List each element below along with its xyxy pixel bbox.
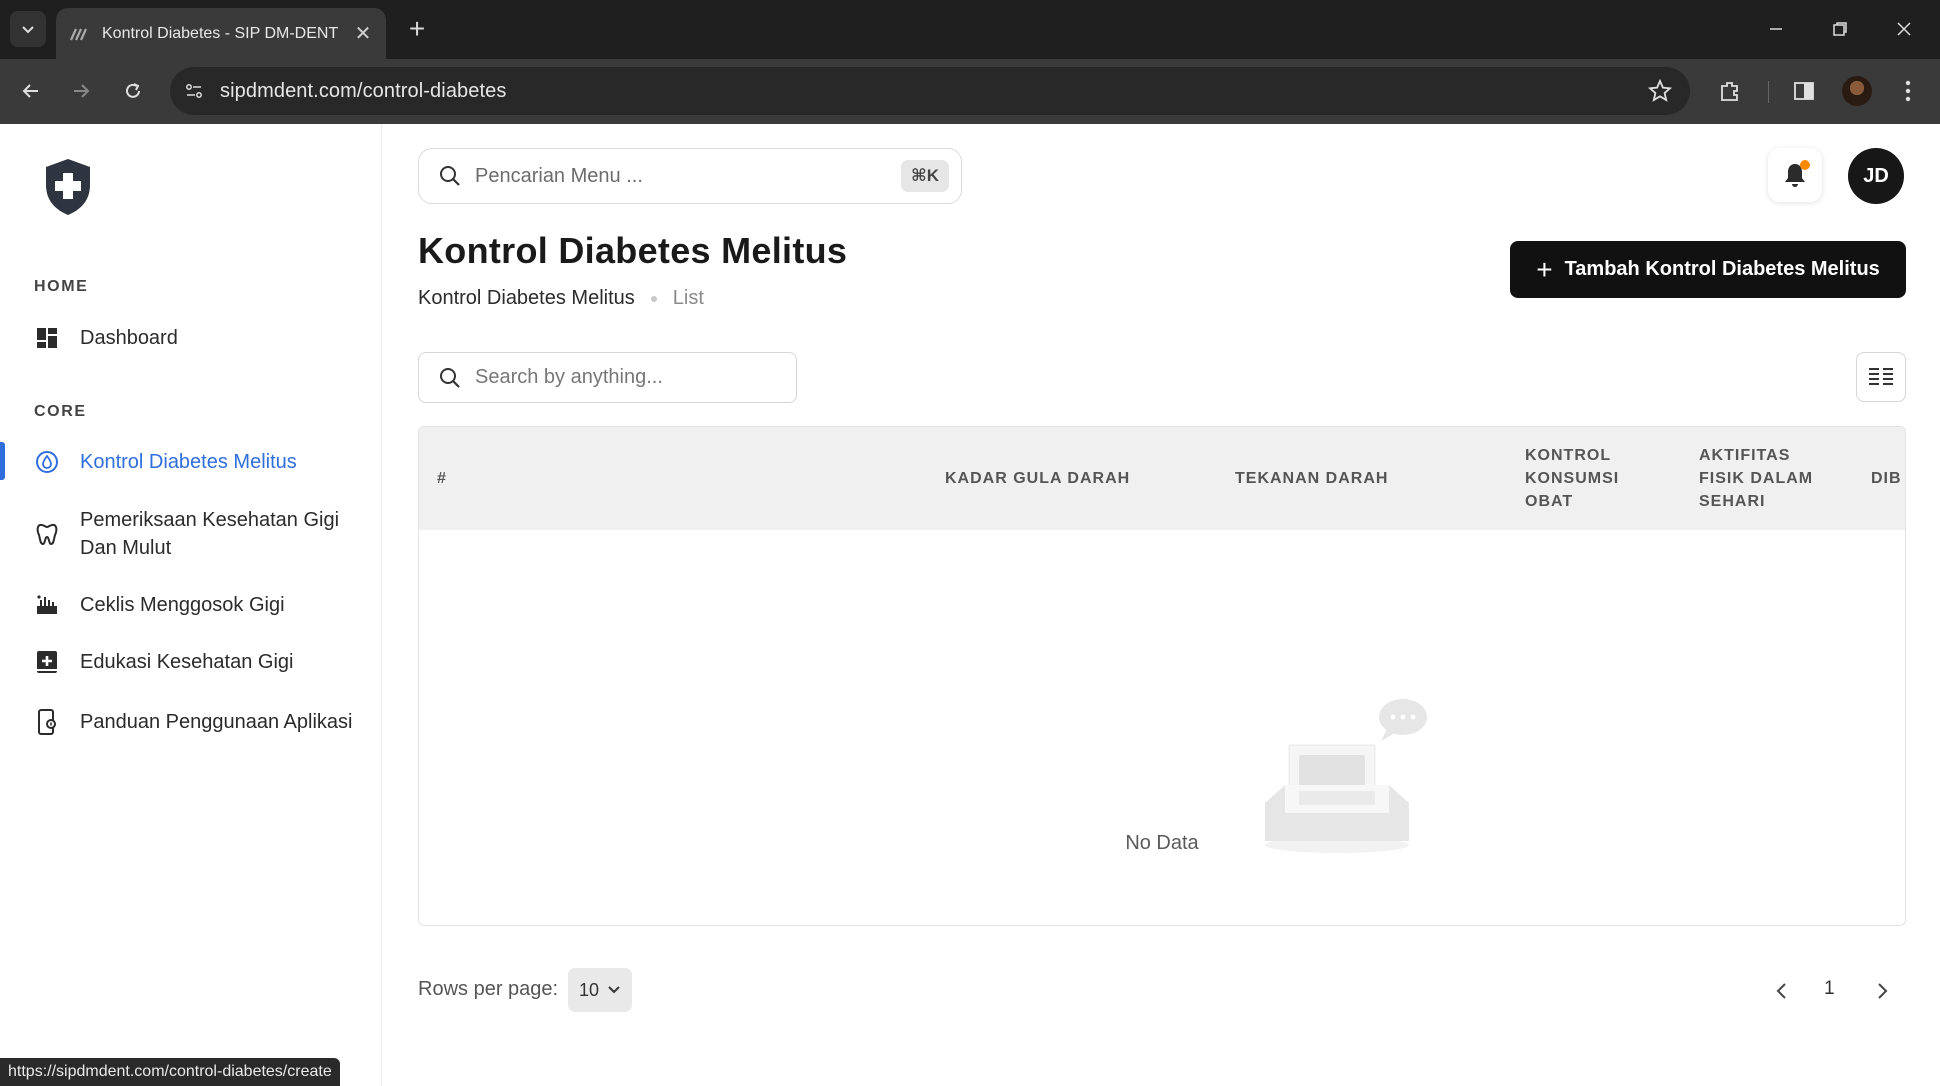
restore-button[interactable] xyxy=(1820,12,1860,46)
rows-per-page-value: 10 xyxy=(578,979,600,1000)
browser-menu-button[interactable] xyxy=(1892,75,1924,107)
breadcrumb: Kontrol Diabetes Melitus List xyxy=(418,287,704,310)
data-table: # KADAR GULA DARAH TEKANAN DARAH KONTROL… xyxy=(418,426,1906,926)
tab-search-button[interactable] xyxy=(10,11,46,47)
columns-icon xyxy=(1869,368,1893,385)
minimize-button[interactable] xyxy=(1756,12,1796,46)
breadcrumb-item[interactable]: Kontrol Diabetes Melitus xyxy=(418,287,635,310)
column-header[interactable]: KADAR GULA DARAH xyxy=(945,467,1130,490)
sidebar-item-panduan-aplikasi[interactable]: Panduan Penggunaan Aplikasi xyxy=(34,708,354,736)
blood-drop-icon xyxy=(34,449,60,475)
sidebar-item-kontrol-diabetes[interactable]: Kontrol Diabetes Melitus xyxy=(34,449,354,475)
browser-tab[interactable]: Kontrol Diabetes - SIP DM-DENT ✕ xyxy=(56,8,386,59)
column-header[interactable]: KONTROL KONSUMSI OBAT xyxy=(1525,444,1635,513)
menu-search-input[interactable]: Pencarian Menu ... ⌘K xyxy=(418,148,962,204)
kebab-menu-icon xyxy=(1905,80,1911,102)
column-header[interactable]: TEKANAN DARAH xyxy=(1235,467,1388,490)
table-search-input[interactable]: Search by anything... xyxy=(418,352,797,403)
site-info-icon[interactable] xyxy=(184,81,204,101)
new-tab-button[interactable]: + xyxy=(400,12,434,46)
no-data-text: No Data xyxy=(1125,832,1199,854)
tooth-icon xyxy=(34,521,60,547)
url-text: sipdmdent.com/control-diabetes xyxy=(220,79,507,102)
arrow-left-icon xyxy=(22,84,38,98)
chevron-down-icon xyxy=(22,26,34,34)
table-header: # KADAR GULA DARAH TEKANAN DARAH KONTROL… xyxy=(419,427,1905,530)
tab-close-icon[interactable]: ✕ xyxy=(352,21,374,46)
empty-state xyxy=(419,530,1905,925)
page-title: Kontrol Diabetes Melitus xyxy=(418,230,848,271)
reload-button[interactable] xyxy=(114,72,152,110)
browser-tabstrip: Kontrol Diabetes - SIP DM-DENT ✕ + xyxy=(0,0,1940,59)
sidebar-item-ceklis-gigi[interactable]: Ceklis Menggosok Gigi xyxy=(34,592,354,618)
site-favicon-icon xyxy=(70,28,88,40)
rows-per-page-label: Rows per page: xyxy=(418,978,559,1000)
section-label-core: CORE xyxy=(34,403,87,420)
column-view-button[interactable] xyxy=(1856,352,1906,402)
minimize-icon xyxy=(1770,28,1782,30)
close-icon xyxy=(1897,22,1911,36)
browser-profile-avatar[interactable] xyxy=(1842,76,1872,106)
status-bar-url: https://sipdmdent.com/control-diabetes/c… xyxy=(0,1058,340,1086)
dashboard-icon xyxy=(34,325,60,351)
checklist-icon xyxy=(34,592,60,618)
sidebar-item-dashboard[interactable]: Dashboard xyxy=(34,325,354,351)
sidebar-item-pemeriksaan-gigi[interactable]: Pemeriksaan Kesehatan Gigi Dan Mulut xyxy=(34,506,354,562)
chevron-left-icon xyxy=(1776,983,1786,999)
rows-per-page-select[interactable]: 10 xyxy=(568,968,632,1012)
empty-inbox-icon xyxy=(1265,699,1427,853)
current-page-number[interactable]: 1 xyxy=(1824,978,1835,1000)
side-panel-icon xyxy=(1794,82,1814,100)
side-panel-button[interactable] xyxy=(1788,75,1820,107)
breadcrumb-separator xyxy=(650,295,657,302)
add-kontrol-diabetes-button[interactable]: + Tambah Kontrol Diabetes Melitus xyxy=(1510,241,1906,298)
previous-page-button[interactable] xyxy=(1768,978,1794,1004)
puzzle-icon xyxy=(1721,82,1738,101)
chevron-down-icon xyxy=(608,986,620,994)
tab-title: Kontrol Diabetes - SIP DM-DENT xyxy=(102,24,339,42)
back-button[interactable] xyxy=(12,72,50,110)
section-label-home: HOME xyxy=(34,278,89,295)
restore-icon xyxy=(1833,22,1847,36)
sidebar-item-label: Edukasi Kesehatan Gigi xyxy=(80,650,294,673)
close-window-button[interactable] xyxy=(1884,12,1924,46)
app-logo[interactable] xyxy=(42,157,94,222)
sidebar-item-label: Pemeriksaan Kesehatan Gigi Dan Mulut xyxy=(80,509,340,559)
active-indicator xyxy=(0,442,5,480)
sidebar-item-label: Kontrol Diabetes Melitus xyxy=(80,450,297,473)
breadcrumb-item-current: List xyxy=(672,287,704,309)
shortcut-badge: ⌘K xyxy=(900,160,949,192)
sidebar: HOME Dashboard CORE Kontrol Diabetes Mel… xyxy=(0,124,382,1086)
book-plus-icon xyxy=(34,649,60,675)
notification-dot xyxy=(1800,160,1810,170)
bookmark-star-icon[interactable] xyxy=(1648,79,1672,103)
forward-button[interactable] xyxy=(62,72,100,110)
extensions-button[interactable] xyxy=(1714,75,1746,107)
reload-icon xyxy=(126,83,140,98)
arrow-right-icon xyxy=(74,84,90,98)
column-header[interactable]: DIB xyxy=(1871,467,1905,490)
column-header[interactable]: # xyxy=(437,467,447,490)
browser-toolbar: sipdmdent.com/control-diabetes xyxy=(0,59,1940,124)
address-bar[interactable]: sipdmdent.com/control-diabetes xyxy=(170,67,1690,115)
mobile-guide-icon xyxy=(34,709,60,735)
column-header[interactable]: AKTIFITAS FISIK DALAM SEHARI xyxy=(1699,444,1829,513)
search-icon xyxy=(440,367,460,388)
sidebar-item-label: Ceklis Menggosok Gigi xyxy=(80,593,285,616)
plus-icon: + xyxy=(1536,253,1553,285)
sidebar-item-edukasi-gigi[interactable]: Edukasi Kesehatan Gigi xyxy=(34,649,354,675)
toolbar-divider xyxy=(1768,81,1769,103)
sidebar-item-label: Panduan Penggunaan Aplikasi xyxy=(80,711,353,733)
table-search-placeholder: Search by anything... xyxy=(475,366,663,388)
next-page-button[interactable] xyxy=(1870,978,1896,1004)
sidebar-item-label: Dashboard xyxy=(80,326,178,349)
shield-cross-icon xyxy=(46,159,90,215)
notifications-button[interactable] xyxy=(1768,148,1822,202)
user-avatar[interactable]: JD xyxy=(1848,148,1904,204)
search-icon xyxy=(440,166,460,186)
add-button-label: Tambah Kontrol Diabetes Melitus xyxy=(1564,258,1880,280)
menu-search-placeholder: Pencarian Menu ... xyxy=(475,164,643,187)
chevron-right-icon xyxy=(1878,983,1888,999)
